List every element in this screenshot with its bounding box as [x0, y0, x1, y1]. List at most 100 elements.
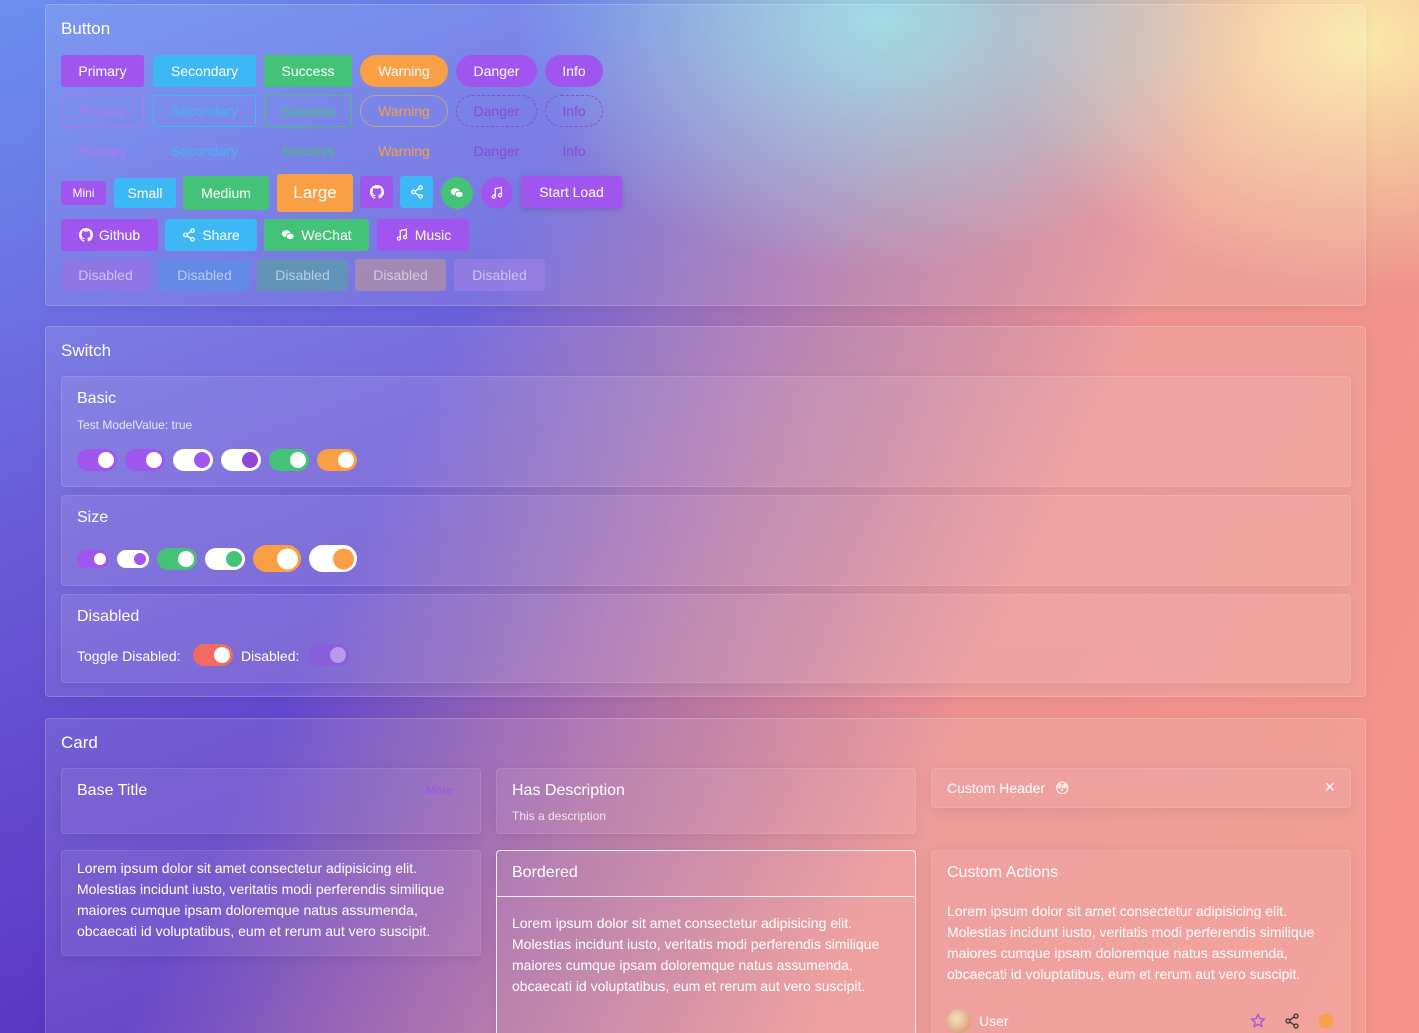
button-panel: Button Primary Secondary Success Warning…	[45, 4, 1366, 306]
info-text-button[interactable]: Info	[545, 135, 603, 167]
small-button[interactable]: Small	[114, 178, 176, 208]
switch-basic-inverted-purple-2[interactable]	[221, 449, 261, 471]
switch-basic-purple-2[interactable]	[125, 449, 165, 471]
wechat-button-label: WeChat	[301, 227, 352, 243]
card-custom-header: Custom Header 😳 ×	[931, 768, 1351, 808]
music-button[interactable]: Music	[377, 219, 469, 251]
success-plain-button[interactable]: Success	[264, 95, 352, 127]
danger-button[interactable]: Danger	[456, 55, 537, 87]
warning-plain-button[interactable]: Warning	[360, 95, 448, 127]
card-actions-title: Custom Actions	[947, 864, 1059, 881]
card-bordered-title: Bordered	[512, 864, 578, 881]
primary-text-button[interactable]: Primary	[61, 135, 144, 167]
primary-plain-button[interactable]: Primary	[61, 95, 144, 127]
card-bordered: Bordered Lorem ipsum dolor sit amet cons…	[496, 850, 916, 1033]
danger-text-button[interactable]: Danger	[456, 135, 537, 167]
info-plain-button[interactable]: Info	[545, 95, 603, 127]
switch-size-large-inverted[interactable]	[309, 545, 357, 572]
status-dot-icon[interactable]	[1319, 1014, 1333, 1028]
secondary-button[interactable]: Secondary	[153, 55, 256, 87]
share-icon[interactable]	[1284, 1013, 1300, 1029]
switch-basic-inverted-purple[interactable]	[173, 449, 213, 471]
switch-size-mini-inverted[interactable]	[117, 550, 149, 568]
success-text-button[interactable]: Success	[264, 135, 352, 167]
wechat-icon-button[interactable]	[441, 177, 473, 209]
music-icon-button[interactable]	[481, 177, 513, 209]
mini-button[interactable]: Mini	[61, 181, 106, 205]
wechat-button[interactable]: WeChat	[264, 219, 369, 251]
disabled-success-button[interactable]: Disabled	[257, 259, 348, 291]
user-avatar	[947, 1009, 971, 1033]
panel-title-button: Button	[61, 19, 111, 38]
wechat-icon	[450, 188, 464, 198]
disabled-secondary-button[interactable]: Disabled	[159, 259, 250, 291]
switch-size-block: Size	[61, 495, 1351, 586]
wechat-icon	[282, 230, 295, 240]
large-button[interactable]: Large	[277, 174, 353, 212]
card-description-title: Has Description	[512, 782, 625, 799]
disabled-label: Disabled:	[241, 648, 300, 664]
card-bordered-body: Lorem ipsum dolor sit amet consectetur a…	[512, 915, 880, 994]
card-base-title-text: Base Title	[77, 782, 148, 799]
github-icon	[78, 228, 93, 242]
github-button[interactable]: Github	[61, 219, 158, 251]
switch-size-mini[interactable]	[77, 550, 109, 568]
primary-button[interactable]: Primary	[61, 55, 144, 87]
disabled-switch[interactable]	[309, 644, 349, 666]
disabled-info-button[interactable]: Disabled	[454, 259, 545, 291]
share-icon	[183, 228, 196, 242]
share-icon-button[interactable]	[400, 176, 433, 208]
medium-button[interactable]: Medium	[183, 176, 269, 210]
danger-plain-button[interactable]: Danger	[456, 95, 537, 127]
switch-basic-note: Test ModelValue: true	[77, 418, 193, 432]
flushed-face-icon: 😳	[1054, 780, 1070, 796]
info-button[interactable]: Info	[545, 55, 603, 87]
panel-title-switch: Switch	[61, 341, 112, 360]
card-lorem-body: Lorem ipsum dolor sit amet consectetur a…	[77, 860, 445, 939]
switch-size-large[interactable]	[253, 545, 301, 572]
close-icon[interactable]: ×	[1324, 777, 1335, 798]
music-icon	[396, 228, 407, 241]
card-description-text: This a description	[512, 809, 607, 823]
switch-size-medium-inverted[interactable]	[205, 548, 245, 570]
disabled-warning-button[interactable]: Disabled	[355, 259, 446, 291]
warning-text-button[interactable]: Warning	[360, 135, 448, 167]
success-button[interactable]: Success	[264, 55, 352, 87]
share-icon	[410, 185, 423, 199]
switch-size-medium[interactable]	[157, 548, 197, 570]
custom-header-text: Custom Header	[947, 780, 1046, 796]
switch-basic-green[interactable]	[269, 449, 309, 471]
panel-title-card: Card	[61, 733, 98, 752]
toggle-disabled-label: Toggle Disabled:	[77, 648, 181, 664]
github-button-label: Github	[98, 227, 141, 243]
switch-basic-orange[interactable]	[317, 449, 357, 471]
card-has-description: Has Description This a description	[496, 768, 916, 834]
disabled-primary-button[interactable]: Disabled	[61, 259, 150, 291]
github-icon	[369, 185, 384, 199]
switch-basic-title: Basic	[77, 390, 117, 407]
custom-header-title: Custom Header 😳	[947, 780, 1070, 797]
share-button-label: Share	[202, 227, 240, 243]
card-lorem: Lorem ipsum dolor sit amet consectetur a…	[61, 850, 481, 956]
switch-basic-purple[interactable]	[77, 449, 117, 471]
secondary-text-button[interactable]: Secondary	[153, 135, 256, 167]
card-base-title: Base Title More	[61, 768, 481, 834]
secondary-plain-button[interactable]: Secondary	[153, 95, 256, 127]
switch-size-title: Size	[77, 509, 109, 526]
switch-basic-block: Basic Test ModelValue: true	[61, 376, 1351, 487]
github-icon-button[interactable]	[360, 176, 393, 208]
music-icon	[491, 186, 503, 199]
toggle-disabled-switch[interactable]	[193, 644, 233, 666]
card-bordered-divider	[497, 896, 915, 897]
card-custom-actions: Custom Actions Lorem ipsum dolor sit ame…	[931, 850, 1351, 1033]
share-button[interactable]: Share	[165, 219, 257, 251]
card-panel: Card Base Title More Has Description Thi…	[45, 718, 1366, 1033]
music-button-label: Music	[414, 227, 452, 243]
card-actions-body: Lorem ipsum dolor sit amet consectetur a…	[947, 903, 1315, 982]
user-name: User	[979, 1013, 1009, 1029]
switch-disabled-title: Disabled	[77, 608, 140, 625]
start-load-button[interactable]: Start Load	[521, 176, 622, 208]
card-more-link[interactable]: More	[426, 783, 453, 797]
star-icon[interactable]	[1250, 1013, 1266, 1029]
warning-button[interactable]: Warning	[360, 55, 448, 87]
